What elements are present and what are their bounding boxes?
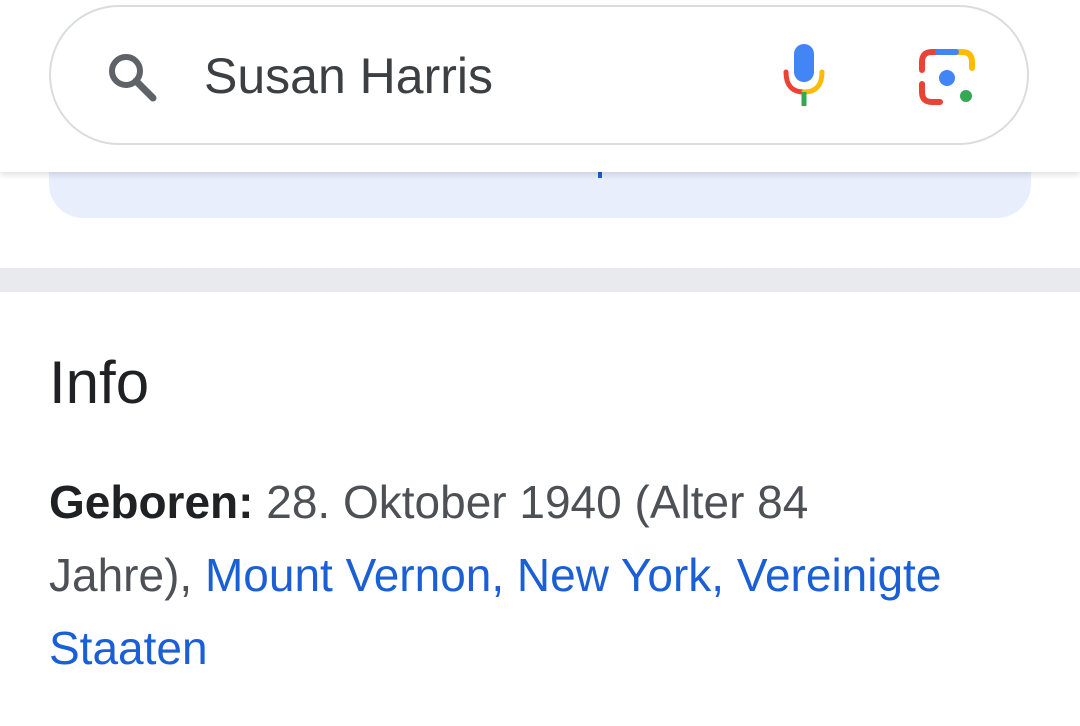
born-label: Geboren:	[49, 476, 254, 528]
section-divider	[0, 268, 1080, 292]
info-heading: Info	[49, 349, 150, 416]
card-text-fragment	[598, 172, 602, 178]
search-input[interactable]	[204, 40, 724, 112]
mic-icon[interactable]	[780, 44, 828, 108]
page: Info Geboren: 28. Oktober 1940 (Alter 84…	[0, 0, 1080, 726]
search-icon[interactable]	[103, 48, 159, 104]
google-lens-icon[interactable]	[918, 48, 976, 106]
search-header	[0, 0, 1080, 172]
born-info: Geboren: 28. Oktober 1940 (Alter 84 Jahr…	[49, 466, 949, 685]
